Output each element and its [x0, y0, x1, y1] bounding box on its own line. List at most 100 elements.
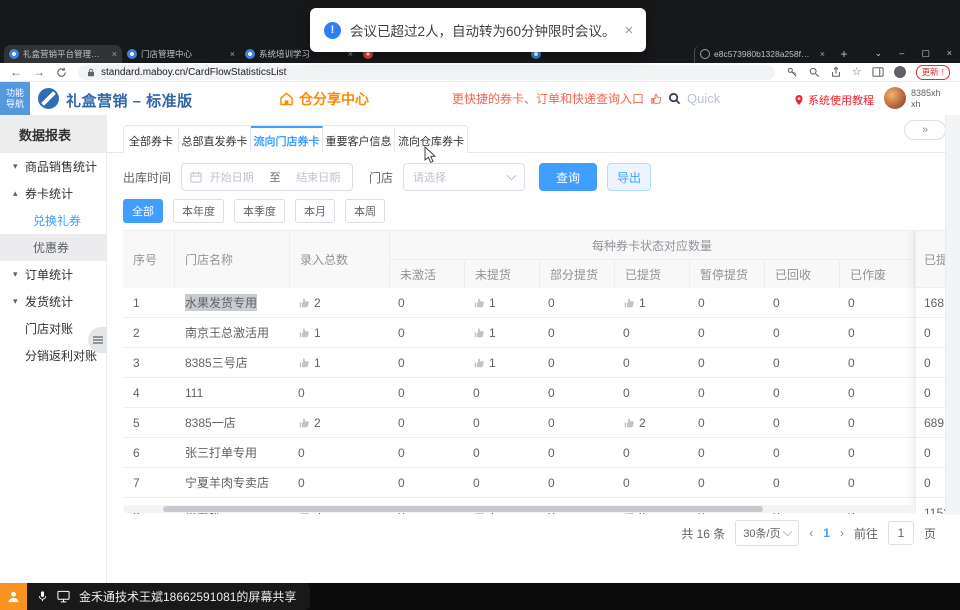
forward-icon[interactable]: → [33, 66, 45, 78]
sidebar-item[interactable]: ▾发货统计 [0, 288, 106, 315]
url-bar[interactable]: standard.maboy.cn/CardFlowStatisticsList [78, 65, 775, 80]
sidebar-item[interactable]: ▾商品销售统计 [0, 153, 106, 180]
pointer-hand-icon [298, 417, 310, 429]
toast-message: 会议已超过2人，自动转为60分钟限时会议。 [350, 20, 616, 40]
cell-status-value: 0 [473, 416, 480, 430]
sidebar-item[interactable]: ▴券卡统计 [0, 180, 106, 207]
start-date-placeholder: 开始日期 [206, 169, 258, 185]
share-icon[interactable] [830, 66, 842, 78]
cell-status: 0 [690, 468, 765, 497]
cell-status-value: 0 [473, 386, 480, 400]
cell-status-value: 0 [623, 446, 630, 460]
table-row[interactable]: 38385三号店10100000 [123, 348, 960, 378]
count-link-value: 1 [314, 356, 321, 370]
browser-tab[interactable]: 礼盒营销平台管理中心× [4, 45, 122, 63]
key-icon[interactable] [786, 66, 798, 78]
new-tab-button[interactable]: + [836, 47, 852, 61]
browser-tab[interactable]: e8c573980b1328a258fd2e6ft× [694, 45, 830, 63]
user-name: 8385xh xh [911, 88, 941, 110]
goto-page-input[interactable]: 1 [888, 521, 914, 545]
count-link[interactable]: 2 [290, 288, 390, 317]
count-link[interactable]: 1 [465, 288, 540, 317]
window-maximize-button[interactable]: ▢ [921, 48, 930, 59]
prev-page-button[interactable]: ‹ [809, 526, 813, 540]
quick-entry[interactable]: 更快捷的券卡、订单和快递查询入口 Quick [452, 90, 720, 107]
window-chevron-down-icon[interactable]: ⌄ [875, 48, 883, 59]
tab-2[interactable]: 总部直发券卡 [179, 126, 251, 153]
count-link[interactable]: 1 [615, 288, 690, 317]
quick-filter-button[interactable]: 本季度 [234, 199, 285, 223]
quick-filter-button[interactable]: 本年度 [173, 199, 224, 223]
cell-status: 0 [690, 348, 765, 377]
cell-store: 南京王总激活用 [175, 318, 290, 347]
date-range-input[interactable]: 开始日期 至 结束日期 [181, 163, 353, 191]
tab-4[interactable]: 重要客户信息 [323, 126, 395, 153]
user-avatar[interactable] [884, 87, 906, 109]
cell-status-value: 0 [773, 416, 780, 430]
back-icon[interactable]: ← [10, 66, 22, 78]
horizontal-scrollbar[interactable] [123, 505, 915, 513]
tab-3[interactable]: 流向门店券卡 [251, 126, 323, 153]
quick-filter-button[interactable]: 本月 [295, 199, 335, 223]
cell-status: 0 [765, 438, 840, 467]
cell-status-value: 0 [623, 476, 630, 490]
cell-status: 0 [615, 438, 690, 467]
filter-bar: 出库时间 开始日期 至 结束日期 门店 请选择 查询 导出 [123, 162, 651, 192]
function-nav-button[interactable]: 功能导航 [0, 82, 30, 115]
count-link[interactable]: 2 [290, 408, 390, 437]
reload-icon[interactable] [56, 67, 67, 78]
tab-close-icon[interactable]: × [817, 49, 825, 59]
toast-close-icon[interactable]: × [625, 23, 634, 38]
quick-filter-button[interactable]: 本周 [345, 199, 385, 223]
store-select[interactable]: 请选择 [403, 163, 525, 191]
search-button[interactable]: 查询 [539, 163, 597, 191]
expand-panel-button[interactable]: » [904, 120, 946, 140]
export-button[interactable]: 导出 [607, 163, 651, 191]
cell-status: 0 [690, 438, 765, 467]
sidebar-item-label: 订单统计 [25, 266, 73, 283]
window-close-button[interactable]: × [947, 48, 952, 58]
tab-close-icon[interactable]: × [109, 49, 117, 59]
cell-status-value: 0 [398, 446, 405, 460]
cell-seq: 2 [123, 318, 175, 347]
table-row[interactable]: 58385一店20002000 [123, 408, 960, 438]
tab-close-icon[interactable]: × [227, 49, 235, 59]
sidebar-collapse-handle[interactable] [88, 327, 107, 353]
profile-avatar[interactable] [894, 66, 906, 78]
store-name: 张三打单专用 [185, 444, 257, 461]
zoom-icon[interactable] [808, 66, 820, 78]
bookmark-star-icon[interactable]: ☆ [852, 67, 862, 78]
browser-tab[interactable]: 门店管理中心× [122, 45, 240, 63]
sidebar-item[interactable]: 兑换礼券 [0, 207, 106, 234]
cell-total: 0 [290, 468, 390, 497]
cell-status-value: 0 [473, 446, 480, 460]
side-panel-icon[interactable] [872, 66, 884, 78]
next-page-button[interactable]: › [840, 526, 844, 540]
table-row[interactable]: 1水果发货专用20101000 [123, 288, 960, 318]
count-link[interactable]: 2 [615, 408, 690, 437]
count-link[interactable]: 1 [465, 348, 540, 377]
update-button[interactable]: 更新 ! [916, 65, 950, 80]
table-row[interactable]: 6张三打单专用00000000 [123, 438, 960, 468]
window-minimize-button[interactable]: – [899, 48, 904, 58]
sidebar-item[interactable]: 优惠券 [0, 234, 106, 261]
table-row[interactable]: 411100000000 [123, 378, 960, 408]
table-row[interactable]: 7宁夏羊肉专卖店00000000 [123, 468, 960, 498]
tab-1[interactable]: 全部券卡 [124, 126, 179, 153]
cell-status: 0 [390, 288, 465, 317]
update-label: 更新 [922, 66, 939, 78]
scrollbar-thumb[interactable] [163, 506, 763, 512]
quick-filter-button[interactable]: 全部 [123, 199, 163, 223]
cell-status: 0 [540, 468, 615, 497]
page-size-select[interactable]: 30条/页 [735, 520, 799, 546]
cell-status-value: 0 [398, 476, 405, 490]
count-link[interactable]: 1 [290, 348, 390, 377]
table-row[interactable]: 2南京王总激活用10100000 [123, 318, 960, 348]
cell-seq: 4 [123, 378, 175, 407]
sidebar-item[interactable]: ▾订单统计 [0, 261, 106, 288]
tutorial-link[interactable]: 系统使用教程 [794, 92, 874, 108]
share-center-link[interactable]: 仓分享中心 [279, 89, 369, 109]
current-page-number[interactable]: 1 [823, 526, 830, 540]
count-link[interactable]: 1 [290, 318, 390, 347]
count-link[interactable]: 1 [465, 318, 540, 347]
